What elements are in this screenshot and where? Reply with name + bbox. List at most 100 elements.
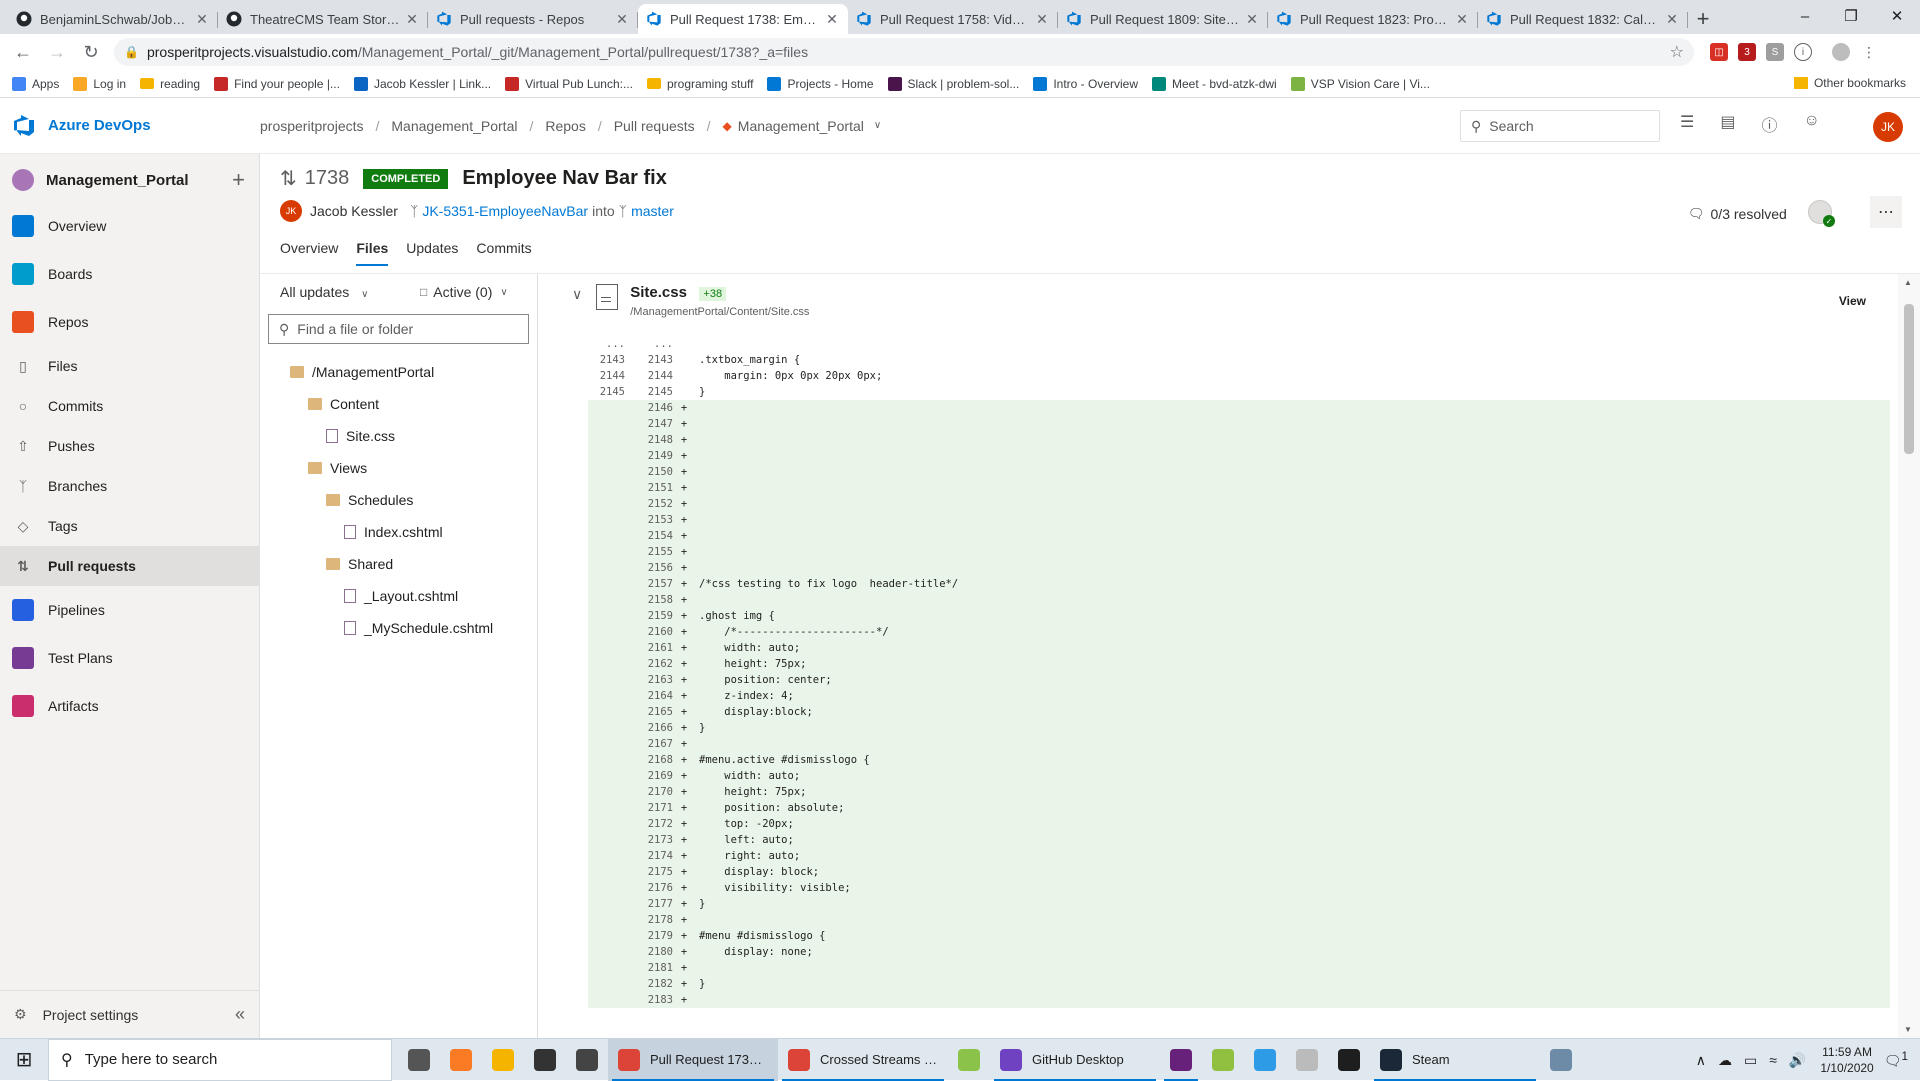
taskbar-app[interactable] (1286, 1039, 1328, 1081)
extension-icon[interactable]: ◫ (1710, 43, 1728, 61)
updates-filter[interactable]: All updates ∨ (280, 284, 420, 300)
taskbar-app[interactable] (1540, 1039, 1582, 1081)
windows-start-icon[interactable]: ⊞ (0, 1039, 48, 1081)
sidebar-item-pipelines[interactable]: Pipelines (0, 586, 259, 634)
close-tab-icon[interactable]: ✕ (1664, 11, 1680, 28)
close-tab-icon[interactable]: ✕ (1244, 11, 1260, 28)
breadcrumb-pull-requests[interactable]: Pull requests (614, 118, 695, 134)
close-tab-icon[interactable]: ✕ (614, 11, 630, 28)
close-tab-icon[interactable]: ✕ (1034, 11, 1050, 28)
taskbar-app[interactable]: Pull Request 1738: ... (608, 1038, 778, 1081)
minimize-icon[interactable]: – (1782, 0, 1828, 32)
file-name[interactable]: Site.css (630, 284, 687, 301)
project-switcher[interactable]: Management_Portal + (0, 158, 259, 202)
tab-overview[interactable]: Overview (280, 240, 338, 266)
other-bookmarks[interactable]: Other bookmarks (1793, 76, 1906, 90)
taskbar-app[interactable]: Steam (1370, 1039, 1540, 1081)
sidebar-item-pull-requests[interactable]: ⇅ Pull requests (0, 546, 259, 586)
clock[interactable]: 11:59 AM 1/10/2020 (1820, 1044, 1873, 1076)
chevron-down-icon[interactable]: ∨ (572, 286, 582, 303)
vertical-scrollbar[interactable]: ▲ ▼ (1898, 274, 1920, 1038)
bookmark-item[interactable]: Intro - Overview (1033, 76, 1138, 91)
taskbar-app[interactable]: GitHub Desktop (990, 1039, 1160, 1081)
bookmark-item[interactable]: Virtual Pub Lunch:... (505, 76, 633, 91)
battery-icon[interactable]: ▭ (1744, 1052, 1757, 1069)
taskbar-app[interactable] (1202, 1039, 1244, 1081)
scroll-thumb[interactable] (1904, 304, 1914, 454)
bookmark-item[interactable]: reading (140, 77, 200, 91)
browser-tab[interactable]: Pull Request 1823: Product ✕ (1268, 4, 1478, 34)
bookmark-item[interactable]: Projects - Home (767, 76, 874, 91)
menu-dots-icon[interactable]: ⋮ (1860, 43, 1878, 61)
work-items-icon[interactable]: ☰ (1680, 112, 1694, 136)
taskbar-app[interactable] (1160, 1039, 1202, 1081)
tab-updates[interactable]: Updates (406, 240, 458, 266)
bookmark-item[interactable]: Meet - bvd-atzk-dwi (1152, 76, 1277, 91)
new-tab-button[interactable]: + (1688, 4, 1718, 34)
tree-file[interactable]: Site.css (260, 420, 537, 452)
onedrive-icon[interactable]: ☁ (1718, 1052, 1732, 1069)
project-settings[interactable]: ⚙ Project settings « (0, 990, 259, 1038)
azure-devops-brand[interactable]: Azure DevOps (0, 114, 260, 138)
sidebar-item-commits[interactable]: ○ Commits (0, 386, 259, 426)
scroll-up-icon[interactable]: ▲ (1904, 278, 1912, 287)
breadcrumb-repos[interactable]: Repos (545, 118, 585, 134)
source-branch[interactable]: JK-5351-EmployeeNavBar (422, 203, 588, 219)
reload-icon[interactable]: ↻ (74, 37, 108, 67)
bookmark-item[interactable]: Log in (73, 76, 126, 91)
collapse-nav-icon[interactable]: « (235, 1004, 245, 1025)
browser-tab[interactable]: Pull requests - Repos ✕ (428, 4, 638, 34)
scroll-down-icon[interactable]: ▼ (1904, 1025, 1912, 1034)
add-icon[interactable]: + (232, 167, 245, 193)
back-icon[interactable]: ← (6, 37, 40, 67)
sidebar-item-overview[interactable]: Overview (0, 202, 259, 250)
sidebar-item-files[interactable]: ▯ Files (0, 346, 259, 386)
forward-icon[interactable]: → (40, 37, 74, 67)
close-tab-icon[interactable]: ✕ (824, 11, 840, 28)
close-window-icon[interactable]: ✕ (1874, 0, 1920, 32)
taskbar-app[interactable] (1328, 1039, 1370, 1081)
taskbar-app[interactable] (398, 1039, 440, 1081)
help-icon[interactable]: ⓘ (1761, 112, 1777, 136)
restore-icon[interactable]: ❐ (1828, 0, 1874, 32)
sidebar-item-tags[interactable]: ◇ Tags (0, 506, 259, 546)
find-file-input[interactable]: ⚲ Find a file or folder (268, 314, 529, 344)
target-branch[interactable]: master (631, 203, 674, 219)
tree-folder[interactable]: /ManagementPortal (260, 356, 537, 388)
browser-tab[interactable]: Pull Request 1809: Site tour ✕ (1058, 4, 1268, 34)
bookmark-item[interactable]: Slack | problem-sol... (887, 76, 1019, 91)
breadcrumb-project[interactable]: Management_Portal (391, 118, 517, 134)
view-button[interactable]: View (1839, 294, 1866, 308)
sidebar-item-boards[interactable]: Boards (0, 250, 259, 298)
close-tab-icon[interactable]: ✕ (1454, 11, 1470, 28)
close-tab-icon[interactable]: ✕ (194, 11, 210, 28)
browser-tab[interactable]: Pull Request 1758: Video B ✕ (848, 4, 1058, 34)
tree-file[interactable]: _Layout.cshtml (260, 580, 537, 612)
close-tab-icon[interactable]: ✕ (404, 11, 420, 28)
bookmark-item[interactable]: Apps (12, 76, 59, 91)
tree-file[interactable]: Index.cshtml (260, 516, 537, 548)
tree-file[interactable]: _MySchedule.cshtml (260, 612, 537, 644)
browser-tab[interactable]: Pull Request 1832: Calenda ✕ (1478, 4, 1688, 34)
taskbar-search-input[interactable]: ⚲ Type here to search (48, 1038, 392, 1081)
sidebar-item-test-plans[interactable]: Test Plans (0, 634, 259, 682)
taskbar-app[interactable] (482, 1039, 524, 1081)
volume-icon[interactable]: 🔊 (1789, 1052, 1806, 1069)
sidebar-item-branches[interactable]: ᛉ Branches (0, 466, 259, 506)
chevron-up-icon[interactable]: ∧ (1696, 1052, 1706, 1069)
notification-center-icon[interactable]: 🗨1 (1884, 1050, 1908, 1070)
sidebar-item-artifacts[interactable]: Artifacts (0, 682, 259, 730)
avatar[interactable]: JK (1873, 112, 1903, 142)
breadcrumb-org[interactable]: prosperitprojects (260, 118, 364, 134)
reviewer-avatar[interactable]: ✓ (1808, 200, 1835, 227)
tab-files[interactable]: Files (356, 240, 389, 266)
bookmark-star-icon[interactable]: ☆ (1670, 42, 1684, 62)
taskbar-app[interactable] (948, 1039, 990, 1081)
tree-folder[interactable]: Schedules (260, 484, 537, 516)
comments-resolved[interactable]: 🗨 0/3 resolved (1688, 206, 1787, 222)
tree-folder[interactable]: Views (260, 452, 537, 484)
tree-folder[interactable]: Shared (260, 548, 537, 580)
more-actions-button[interactable]: ⋯ (1870, 196, 1902, 228)
marketplace-icon[interactable]: ▤ (1720, 112, 1735, 136)
taskbar-app[interactable] (1244, 1039, 1286, 1081)
